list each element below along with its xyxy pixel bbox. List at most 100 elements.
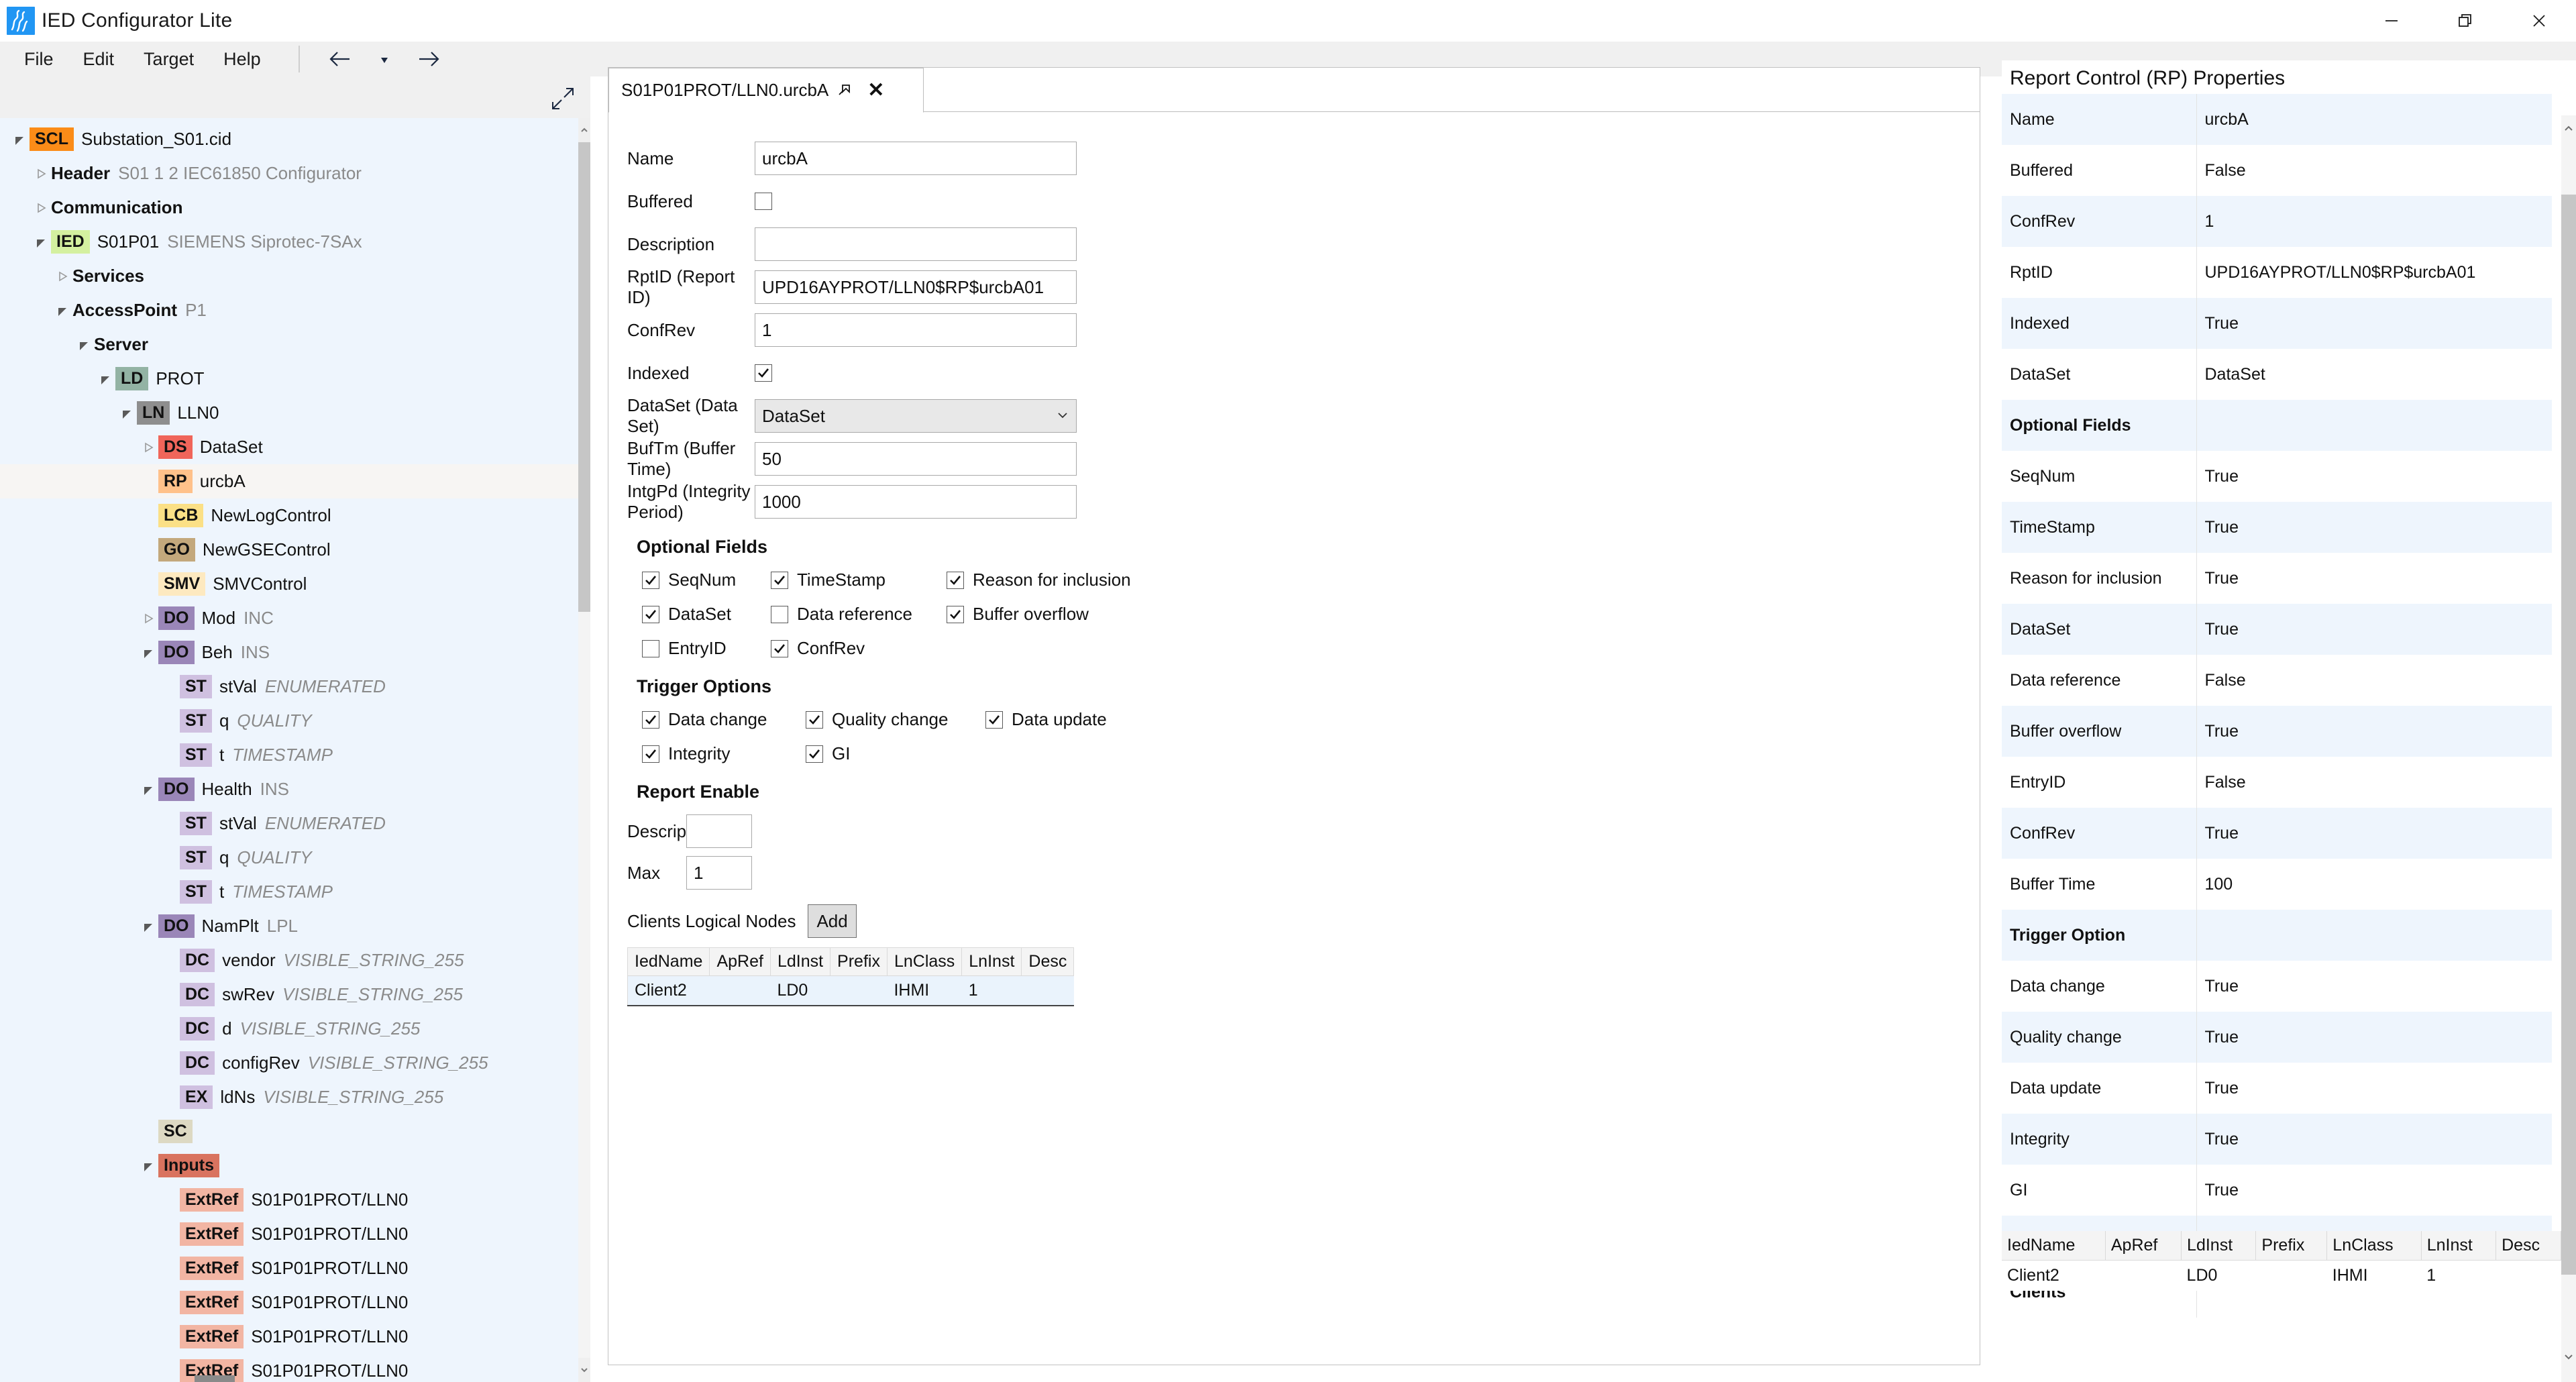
clients-column-header[interactable]: LnClass xyxy=(887,947,963,976)
tree-node[interactable]: DC vendor VISIBLE_STRING_255 xyxy=(0,943,578,977)
tree-scrollbar-thumb[interactable] xyxy=(578,142,590,612)
restore-icon[interactable] xyxy=(2428,0,2502,42)
properties-vertical-scrollbar[interactable] xyxy=(2561,115,2576,1382)
close-icon[interactable] xyxy=(2502,0,2576,42)
clients-column-header[interactable]: Desc xyxy=(1021,947,1075,976)
properties-row[interactable]: DataSet DataSet xyxy=(2002,349,2552,400)
menu-item-help[interactable]: Help xyxy=(209,45,276,74)
tree-node[interactable]: LD PROT xyxy=(0,362,578,396)
tree-node[interactable]: ST t TIMESTAMP xyxy=(0,875,578,909)
checkbox-item[interactable]: ConfRev xyxy=(771,638,947,659)
tree-node[interactable]: ExtRef S01P01PROT/LLN0 xyxy=(0,1285,578,1320)
checkbox[interactable] xyxy=(642,639,659,657)
form-select[interactable]: DataSet xyxy=(755,399,1077,433)
tree-node[interactable]: DC configRev VISIBLE_STRING_255 xyxy=(0,1046,578,1080)
scroll-down-icon[interactable] xyxy=(578,1358,590,1382)
tree-node[interactable]: SCL Substation_S01.cid xyxy=(0,122,578,156)
properties-row[interactable]: ConfRev 1 xyxy=(2002,196,2552,247)
tree-node[interactable]: SMV SMVControl xyxy=(0,567,578,601)
twisty-expanded-icon[interactable] xyxy=(9,133,30,146)
scroll-up-icon[interactable] xyxy=(578,118,590,142)
tree-node[interactable]: ExtRef S01P01PROT/LLN0 xyxy=(0,1183,578,1217)
table-row[interactable]: Client2 LD0 IHMI 1 xyxy=(2002,1260,2561,1291)
checkbox[interactable] xyxy=(642,605,659,623)
tree-horizontal-scrollbar-thumb[interactable] xyxy=(195,1375,235,1382)
twisty-expanded-icon[interactable] xyxy=(52,304,72,317)
clients-column-header[interactable]: IedName xyxy=(627,947,710,976)
tab-urcba[interactable]: S01P01PROT/LLN0.urcbA ✕ xyxy=(608,68,924,113)
pin-icon[interactable] xyxy=(835,82,853,99)
properties-row[interactable]: DataSet True xyxy=(2002,604,2552,655)
form-text-input[interactable]: 1 xyxy=(755,313,1077,347)
tree-node[interactable]: Inputs xyxy=(0,1149,578,1183)
twisty-collapsed-icon[interactable] xyxy=(138,612,158,625)
properties-clients-column-header[interactable]: LnClass xyxy=(2326,1231,2422,1261)
properties-clients-column-header[interactable]: Desc xyxy=(2496,1231,2561,1261)
properties-row[interactable]: Quality change True xyxy=(2002,1012,2552,1063)
tree-node[interactable]: EX ldNs VISIBLE_STRING_255 xyxy=(0,1080,578,1114)
properties-row[interactable]: Reason for inclusion True xyxy=(2002,553,2552,604)
checkbox[interactable] xyxy=(947,571,964,589)
form-checkbox[interactable] xyxy=(755,193,772,210)
back-arrow-icon[interactable] xyxy=(315,45,366,73)
properties-row[interactable]: TimeStamp True xyxy=(2002,502,2552,553)
tree-node[interactable]: DS DataSet xyxy=(0,430,578,464)
tree-node[interactable]: ST q QUALITY xyxy=(0,704,578,738)
twisty-expanded-icon[interactable] xyxy=(117,407,137,420)
checkbox[interactable] xyxy=(642,745,659,763)
checkbox-item[interactable]: Data update xyxy=(985,709,1107,730)
tree-vertical-scrollbar[interactable] xyxy=(578,118,590,1382)
checkbox[interactable] xyxy=(806,710,823,729)
properties-row[interactable]: Buffered False xyxy=(2002,145,2552,196)
minimize-icon[interactable] xyxy=(2355,0,2428,42)
checkbox-item[interactable]: GI xyxy=(806,743,985,764)
properties-group-row[interactable]: Trigger Option xyxy=(2002,910,2552,961)
checkbox[interactable] xyxy=(947,605,964,623)
tree-node[interactable]: ST stVal ENUMERATED xyxy=(0,670,578,704)
checkbox-item[interactable]: Quality change xyxy=(806,709,985,730)
report-enable-description-input[interactable] xyxy=(686,814,752,848)
clients-table[interactable]: IedName ApRef LdInst Prefix LnClass LnInst Des… xyxy=(627,947,1075,1006)
tree-node[interactable]: ST t TIMESTAMP xyxy=(0,738,578,772)
properties-row[interactable]: Buffer overflow True xyxy=(2002,706,2552,757)
tree-node[interactable]: LCB NewLogControl xyxy=(0,498,578,533)
properties-group-row[interactable]: Optional Fields xyxy=(2002,400,2552,451)
collapse-all-icon[interactable] xyxy=(550,86,576,115)
checkbox[interactable] xyxy=(642,710,659,729)
tab-close-icon[interactable]: ✕ xyxy=(867,80,884,101)
tree-node[interactable]: GO NewGSEControl xyxy=(0,533,578,567)
clients-column-header[interactable]: LnInst xyxy=(961,947,1022,976)
properties-row[interactable]: ConfRev True xyxy=(2002,808,2552,859)
checkbox[interactable] xyxy=(771,605,788,623)
properties-clients-column-header[interactable]: LdInst xyxy=(2181,1231,2257,1261)
chevron-down-icon[interactable] xyxy=(366,45,403,73)
tree-node[interactable]: DO NamPlt LPL xyxy=(0,909,578,943)
table-row[interactable]: Client2 LD0 IHMI 1 xyxy=(627,975,1074,1006)
properties-clients-column-header[interactable]: IedName xyxy=(2002,1231,2106,1261)
tree-node[interactable]: SC xyxy=(0,1114,578,1149)
twisty-collapsed-icon[interactable] xyxy=(31,201,51,215)
properties-clients-table[interactable]: IedName ApRef LdInst Prefix LnClass LnInst Des… xyxy=(2002,1231,2561,1291)
tree-node[interactable]: DO Beh INS xyxy=(0,635,578,670)
add-client-button[interactable]: Add xyxy=(808,904,857,938)
tree-node[interactable]: Communication xyxy=(0,191,578,225)
twisty-expanded-icon[interactable] xyxy=(138,646,158,659)
form-text-input[interactable]: UPD16AYPROT/LLN0$RP$urcbA01 xyxy=(755,270,1077,304)
properties-row[interactable]: GI True xyxy=(2002,1165,2552,1216)
checkbox-item[interactable]: TimeStamp xyxy=(771,570,947,590)
twisty-collapsed-icon[interactable] xyxy=(138,441,158,454)
properties-scroll-down-icon[interactable] xyxy=(2561,1343,2576,1370)
properties-scroll-up-icon[interactable] xyxy=(2561,115,2576,142)
scl-tree-panel[interactable]: SCL Substation_S01.cid Header S01 1 2 IEC61… xyxy=(0,118,590,1382)
clients-column-header[interactable]: ApRef xyxy=(709,947,771,976)
properties-row[interactable]: RptID UPD16AYPROT/LLN0$RP$urcbA01 xyxy=(2002,247,2552,298)
checkbox-item[interactable]: Reason for inclusion xyxy=(947,570,1131,590)
properties-row[interactable]: Name urcbA xyxy=(2002,94,2552,145)
tree-node[interactable]: LN LLN0 xyxy=(0,396,578,430)
menu-item-target[interactable]: Target xyxy=(129,45,209,74)
clients-column-header[interactable]: LdInst xyxy=(770,947,831,976)
twisty-collapsed-icon[interactable] xyxy=(52,270,72,283)
forward-arrow-icon[interactable] xyxy=(403,45,454,73)
twisty-expanded-icon[interactable] xyxy=(138,783,158,796)
checkbox-item[interactable]: Data change xyxy=(642,709,806,730)
